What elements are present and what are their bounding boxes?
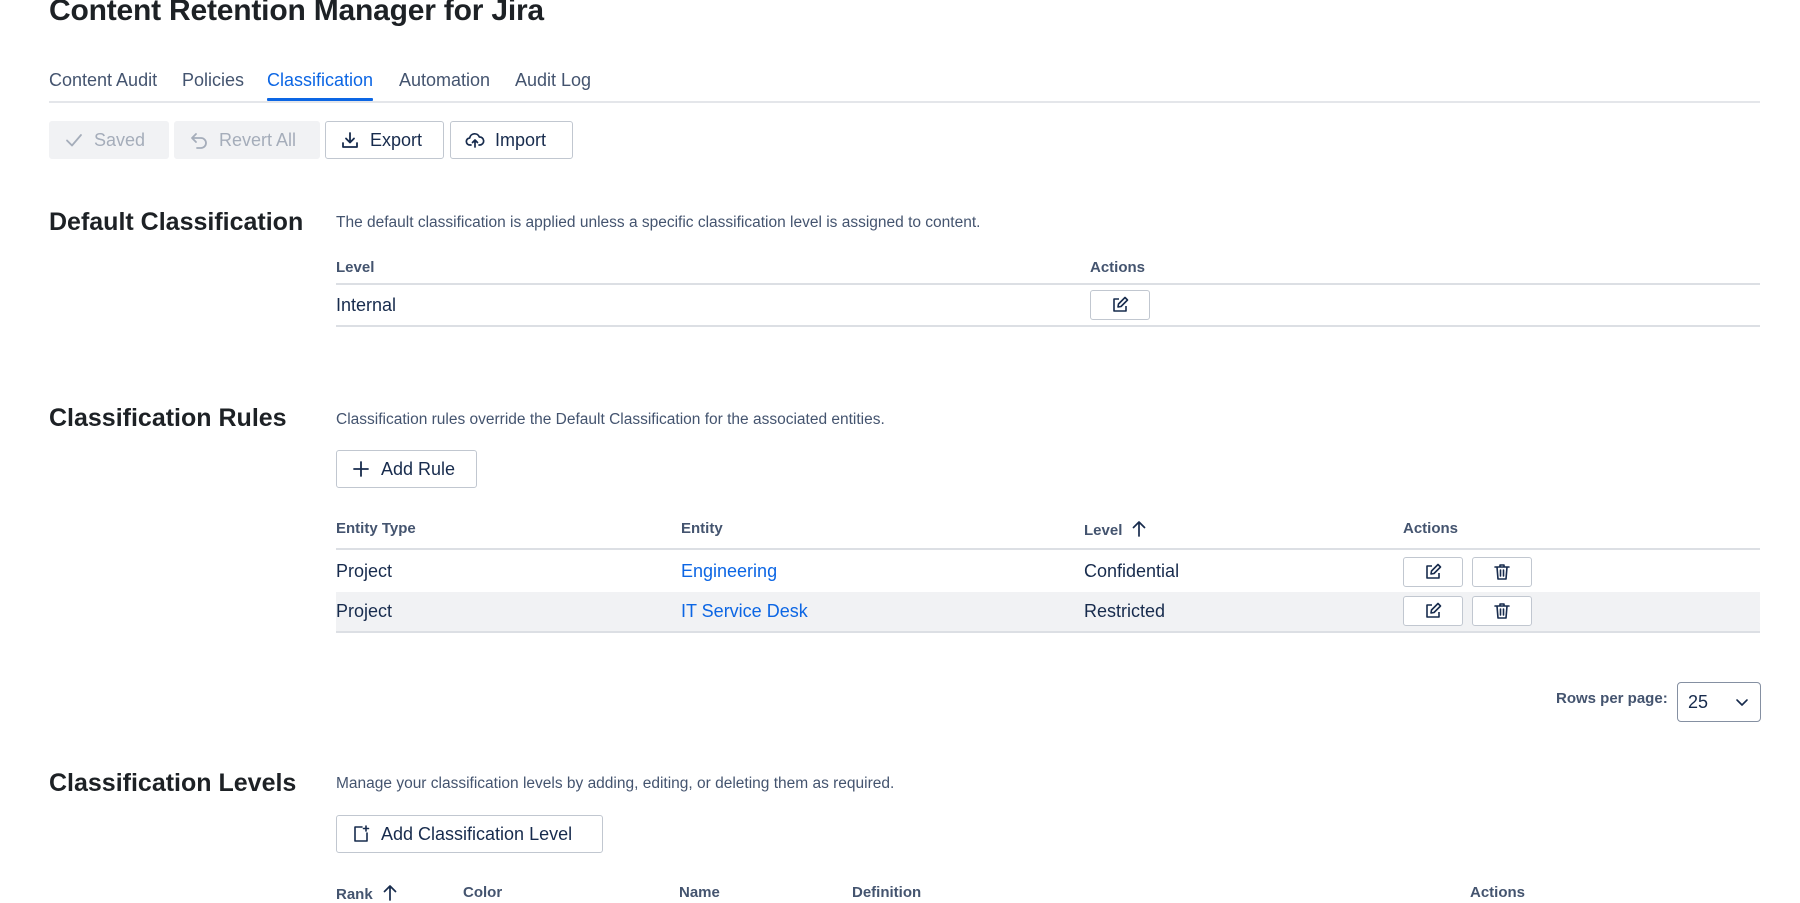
export-button[interactable]: Export	[325, 121, 444, 159]
delete-rule-button[interactable]	[1472, 557, 1532, 587]
table-header-divider	[336, 548, 1760, 550]
column-header-rule-actions: Actions	[1403, 520, 1459, 537]
edit-icon	[1426, 602, 1442, 618]
trash-icon	[1494, 564, 1510, 580]
delete-rule-button[interactable]	[1472, 596, 1532, 626]
tab-audit-log[interactable]: Audit Log	[515, 70, 591, 91]
arrow-up-icon	[1133, 521, 1146, 537]
chevron-down-icon	[1736, 699, 1748, 706]
tab-content-audit[interactable]: Content Audit	[49, 70, 157, 91]
plus-icon	[353, 461, 369, 477]
column-header-level-actions: Actions	[1470, 884, 1526, 901]
classification-levels-description: Manage your classification levels by add…	[336, 775, 895, 792]
rows-per-page-value: 25	[1688, 691, 1709, 712]
classification-rules-title: Classification Rules	[49, 404, 287, 432]
saved-label: Saved	[94, 129, 146, 150]
classification-rules-description: Classification rules override the Defaul…	[336, 411, 885, 428]
rows-per-page-label: Rows per page:	[1556, 690, 1668, 707]
edit-icon	[1113, 296, 1129, 312]
page-title: Content Retention Manager for Jira	[49, 0, 544, 27]
edit-rule-button[interactable]	[1403, 557, 1463, 587]
column-header-rule-level-label: Level	[1084, 522, 1123, 539]
download-icon	[342, 132, 358, 148]
tab-automation[interactable]: Automation	[399, 70, 490, 91]
rule-level: Restricted	[1084, 601, 1166, 621]
default-level-value: Internal	[336, 295, 397, 315]
rule-entity-type: Project	[336, 561, 393, 581]
saved-button[interactable]: Saved	[49, 121, 169, 159]
add-page-icon	[354, 825, 370, 842]
revert-all-label: Revert All	[219, 129, 297, 150]
check-icon	[66, 134, 82, 147]
rule-entity-link[interactable]: Engineering	[681, 561, 777, 582]
add-rule-button[interactable]: Add Rule	[336, 450, 477, 488]
rows-per-page-select[interactable]: 25	[1677, 682, 1761, 722]
add-classification-level-label: Add Classification Level	[381, 823, 573, 844]
rule-entity-link[interactable]: IT Service Desk	[681, 601, 808, 622]
table-row-highlight	[336, 592, 1760, 631]
arrow-up-icon	[383, 885, 397, 901]
undo-icon	[191, 133, 207, 149]
add-classification-level-button[interactable]: Add Classification Level	[336, 815, 603, 853]
import-label: Import	[495, 129, 547, 150]
import-button[interactable]: Import	[450, 121, 573, 159]
column-header-definition[interactable]: Definition	[852, 884, 921, 901]
column-header-rule-level[interactable]: Level	[1084, 520, 1148, 539]
trash-icon	[1494, 603, 1510, 619]
rule-entity-type: Project	[336, 601, 393, 621]
table-bottom-divider	[336, 631, 1760, 633]
rule-level: Confidential	[1084, 561, 1180, 581]
add-rule-label: Add Rule	[381, 458, 456, 479]
column-header-rank[interactable]: Rank	[336, 884, 399, 903]
tab-classification[interactable]: Classification	[267, 70, 374, 101]
column-header-entity[interactable]: Entity	[681, 520, 723, 537]
tab-bar: Content Audit Policies Classification Au…	[49, 60, 1760, 103]
export-label: Export	[370, 129, 423, 150]
column-header-entity-type[interactable]: Entity Type	[336, 520, 416, 537]
column-header-actions: Actions	[1090, 259, 1146, 276]
page: Content Retention Manager for Jira Conte…	[0, 0, 1800, 903]
column-header-color[interactable]: Color	[463, 884, 502, 901]
table-header-divider	[336, 283, 1760, 285]
default-classification-description: The default classification is applied un…	[336, 214, 981, 231]
edit-rule-button[interactable]	[1403, 596, 1463, 626]
default-classification-title: Default Classification	[49, 208, 304, 236]
column-header-level: Level	[336, 259, 375, 276]
table-bottom-divider	[336, 325, 1760, 327]
revert-all-button[interactable]: Revert All	[174, 121, 320, 159]
tab-policies[interactable]: Policies	[182, 70, 244, 91]
column-header-rank-label: Rank	[336, 886, 373, 903]
upload-cloud-icon	[465, 132, 485, 148]
classification-levels-title: Classification Levels	[49, 769, 297, 797]
edit-icon	[1426, 563, 1442, 579]
edit-default-button[interactable]	[1090, 290, 1150, 320]
column-header-name[interactable]: Name	[679, 884, 720, 901]
